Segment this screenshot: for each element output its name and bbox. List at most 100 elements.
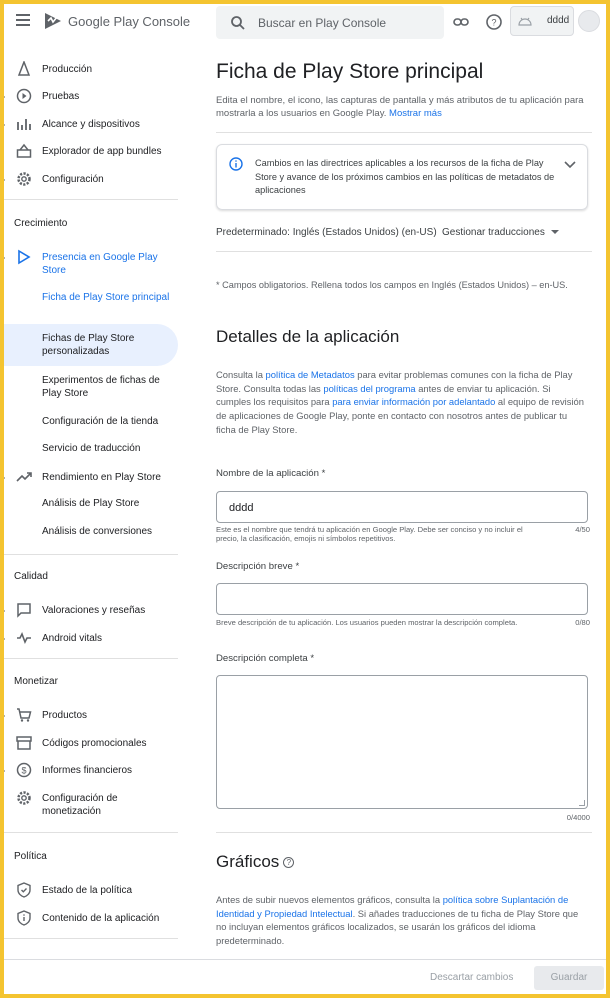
section-title-quality: Calidad [14,571,48,582]
short-description-label: Descripción breve * [216,561,300,572]
dollar-icon: $ [16,762,32,778]
play-icon [18,249,31,265]
production-icon [17,61,31,76]
sidebar-item-label: Presencia en Google Play Store [42,252,158,276]
sidebar-item-listing-experiments[interactable]: Experimentos de fichas de Play Store [42,374,172,400]
expand-arrow-icon [4,475,5,481]
app-window: Google Play Console Buscar en Play Conso… [4,4,606,994]
sidebar-item-label: Códigos promocionales [42,738,147,749]
menu-icon[interactable] [16,14,30,26]
full-description-field[interactable] [216,675,588,809]
app-name-label: Nombre de la aplicación * [216,468,326,479]
policy-notice-card: Cambios en las directrices aplicables a … [216,144,588,210]
info-icon [229,157,243,171]
default-language: Predeterminado: Inglés (Estados Unidos) … [216,227,437,238]
graphics-title-text: Gráficos [216,852,280,871]
sidebar-item-label: Contenido de la aplicación [42,913,160,924]
page-description: Edita el nombre, el icono, las capturas … [216,94,586,120]
link-icon[interactable] [452,13,470,31]
learn-more-link[interactable]: Mostrar más [389,108,442,119]
program-policies-link[interactable]: políticas del programa [323,383,415,394]
help-icon[interactable]: ? [283,857,295,869]
details-paragraph: Consulta la política de Metadatos para e… [216,368,584,437]
section-title-monetize: Monetizar [14,676,58,687]
expand-arrow-icon [4,122,5,128]
required-fields-note: * Campos obligatorios. Rellena todos los… [216,280,568,290]
sidebar-item-label: Explorador de app bundles [42,146,162,157]
sidebar-item-label: Producción [42,64,93,75]
sidebar-item-label: Android vitals [42,633,103,644]
divider [216,132,592,133]
divider [4,832,178,833]
logo-text[interactable]: Google Play Console [68,14,190,29]
reach-icon [17,119,31,130]
sidebar-item-label: Pruebas [42,91,80,102]
short-description-counter: 0/80 [575,618,590,627]
sidebar: Producción Pruebas Alcance y dispositivo… [4,48,182,948]
app-name-hint: Este es el nombre que tendrá tu aplicaci… [216,525,523,543]
divider [216,251,592,252]
sidebar-item-label: Rendimiento en Play Store [42,472,161,483]
save-button[interactable]: Guardar [534,966,604,990]
divider [216,832,592,833]
shield-icon [17,882,31,898]
vitals-icon [17,632,31,644]
metadata-policy-link[interactable]: política de Metadatos [266,369,355,380]
shield-info-icon [17,910,31,926]
manage-translations-button[interactable]: Gestionar traducciones [442,227,559,238]
expand-arrow-icon [4,608,5,614]
app-name-counter: 4/50 [575,525,590,534]
advance-notice-link[interactable]: para enviar información por adelantado [332,396,495,407]
sidebar-item-label: Productos [42,710,88,721]
sidebar-item-custom-listings[interactable]: Fichas de Play Store personalizadas [42,332,172,358]
expand-arrow-icon [4,636,5,642]
expand-arrow-icon [4,713,5,719]
sidebar-item-store-analysis[interactable]: Análisis de Play Store [42,497,172,510]
divider [4,199,178,200]
app-name-field[interactable]: dddd [216,491,588,523]
cart-icon [17,708,32,722]
expand-arrow-icon [4,255,5,261]
sidebar-item-translation-service[interactable]: Servicio de traducción [42,442,172,455]
bundle-icon [16,143,32,158]
testing-icon [16,88,32,104]
store-icon [16,736,32,750]
divider [4,554,178,555]
search-placeholder: Buscar en Play Console [258,16,387,30]
app-selector[interactable]: dddd [510,6,574,36]
search-input[interactable]: Buscar en Play Console [216,6,444,39]
sidebar-item-conversion-analysis[interactable]: Análisis de conversiones [42,525,172,538]
sidebar-item-label: Informes financieros [42,765,133,776]
divider [4,938,178,939]
page-title: Ficha de Play Store principal [216,60,484,83]
gear-icon [17,791,31,805]
sidebar-item-label: Valoraciones y reseñas [42,605,146,616]
app-name: dddd [547,15,570,26]
help-icon[interactable]: ? [485,13,503,31]
sidebar-item-main-listing[interactable]: Ficha de Play Store principal [42,291,172,304]
search-icon [231,16,245,30]
discard-changes-button[interactable]: Descartar cambios [430,972,513,983]
trending-up-icon [16,472,32,482]
expand-arrow-icon [4,177,5,183]
graphics-text: Antes de subir nuevos elementos gráficos… [216,894,443,905]
sidebar-item-label: Alcance y dispositivos [42,119,140,130]
section-title-app-details: Detalles de la aplicación [216,327,400,346]
resize-handle[interactable] [579,800,585,806]
sidebar-item-store-settings[interactable]: Configuración de la tienda [42,415,172,428]
chevron-down-icon[interactable] [563,157,577,171]
full-description-label: Descripción completa * [216,653,315,664]
reviews-icon [17,603,31,618]
graphics-paragraph: Antes de subir nuevos elementos gráficos… [216,893,584,948]
avatar[interactable] [578,10,600,32]
sidebar-item-label: Configuración de monetización [42,793,118,817]
short-description-hint: Breve descripción de tu aplicación. Los … [216,618,518,627]
details-text: Consulta la [216,369,266,380]
sidebar-item-label: Configuración [42,174,104,185]
svg-text:?: ? [491,18,496,28]
full-description-counter: 0/4000 [566,813,590,822]
section-title-graphics: Gráficos? [216,852,295,872]
expand-arrow-icon [4,768,5,774]
notice-text: Cambios en las directrices aplicables a … [255,158,555,195]
short-description-field[interactable] [216,583,588,615]
